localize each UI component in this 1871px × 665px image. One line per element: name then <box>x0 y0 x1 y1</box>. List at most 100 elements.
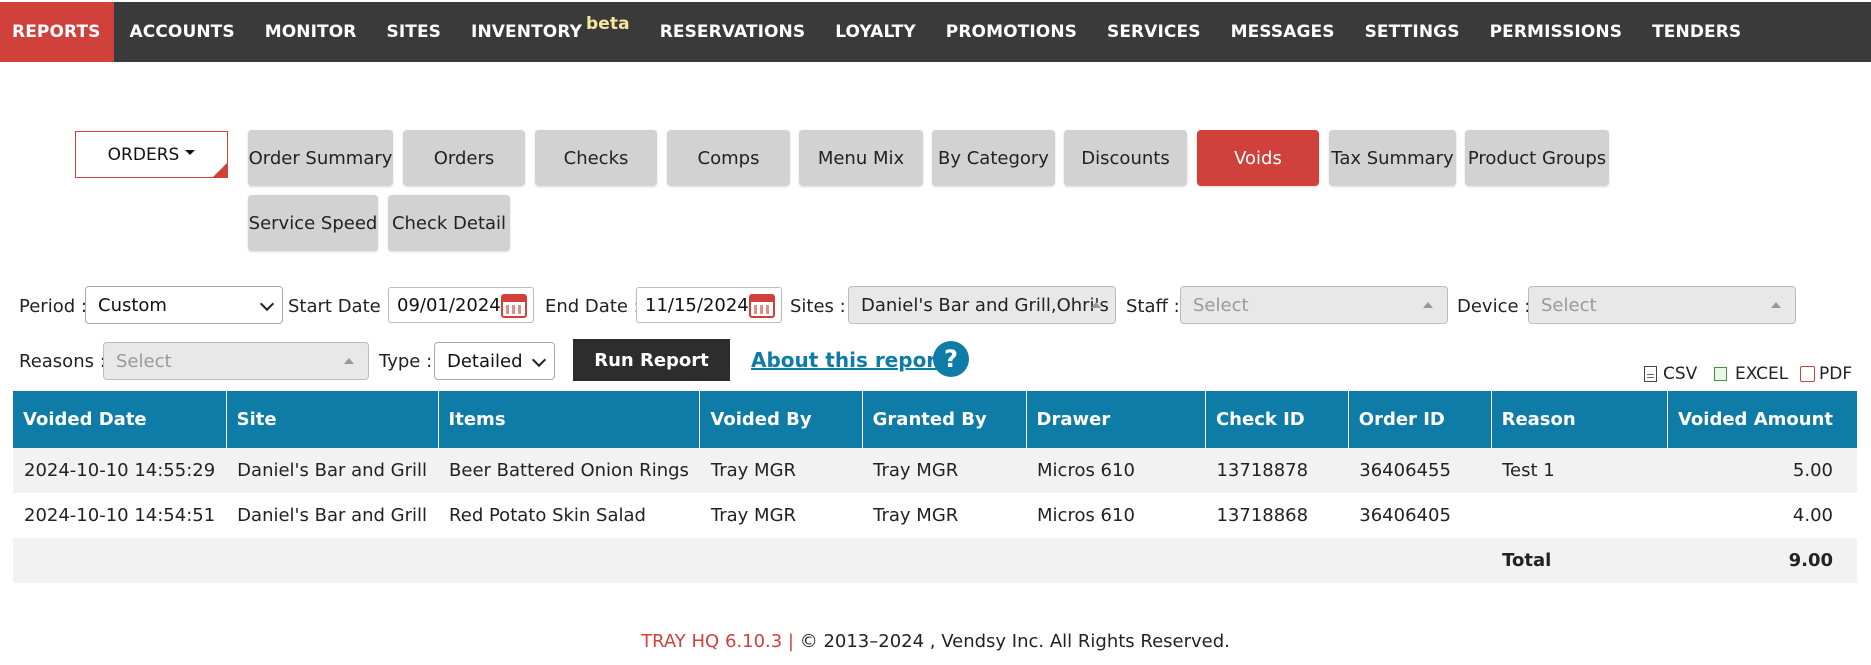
sites-multiselect[interactable]: Daniel's Bar and Grill,Ohri's <box>848 286 1116 324</box>
nav-messages[interactable]: MESSAGES <box>1216 2 1350 62</box>
type-label: Type : <box>379 351 433 372</box>
column-header[interactable]: Order ID <box>1348 391 1492 448</box>
column-header[interactable]: Granted By <box>862 391 1027 448</box>
triangle-up-icon <box>344 358 354 364</box>
table-cell <box>1205 538 1349 583</box>
column-header[interactable]: Check ID <box>1205 391 1349 448</box>
table-cell <box>438 538 700 583</box>
report-group-dropdown[interactable]: ORDERS <box>75 131 228 178</box>
tab-discounts[interactable]: Discounts <box>1064 130 1187 186</box>
table-cell <box>862 538 1027 583</box>
table-total-row: Total 9.00 <box>13 538 1857 583</box>
total-label: Total <box>1491 538 1668 583</box>
table-cell <box>1026 538 1206 583</box>
table-cell <box>226 538 439 583</box>
tab-tax-summary[interactable]: Tax Summary <box>1329 130 1456 186</box>
export-pdf-label: PDF <box>1819 364 1853 384</box>
type-select[interactable]: Detailed <box>434 342 555 380</box>
table-cell: 4.00 <box>1792 505 1833 526</box>
report-group-label: ORDERS <box>107 144 180 165</box>
export-excel-link[interactable]: EXCEL <box>1714 364 1788 384</box>
run-report-button[interactable]: Run Report <box>573 339 730 381</box>
table-cell: Tray MGR <box>710 505 797 526</box>
corner-marker-icon <box>213 163 227 177</box>
nav-sites[interactable]: SITES <box>371 2 456 62</box>
nav-monitor[interactable]: MONITOR <box>250 2 372 62</box>
footer-copyright: © 2013–2024 , Vendsy Inc. All Rights Res… <box>799 631 1230 652</box>
excel-icon <box>1714 367 1727 381</box>
table-cell: Tray MGR <box>862 448 1027 493</box>
table-cell: 36406455 <box>1348 448 1492 493</box>
tab-order-summary[interactable]: Order Summary <box>248 130 393 186</box>
column-header[interactable]: Voided Date <box>13 391 227 448</box>
tab-orders[interactable]: Orders <box>403 130 525 186</box>
end-date-input[interactable]: 11/15/2024 <box>636 287 782 323</box>
nav-promotions[interactable]: PROMOTIONS <box>931 2 1092 62</box>
column-header[interactable]: Items <box>438 391 701 448</box>
table-cell: 36406405 <box>1359 505 1451 526</box>
reasons-label: Reasons : <box>19 351 106 372</box>
beta-badge: beta <box>585 14 630 34</box>
export-csv-link[interactable]: CSV <box>1644 364 1697 384</box>
nav-settings[interactable]: SETTINGS <box>1350 2 1475 62</box>
nav-reservations[interactable]: RESERVATIONS <box>645 2 821 62</box>
start-date-value: 09/01/2024 <box>397 294 501 316</box>
table-cell: Tray MGR <box>873 505 959 526</box>
column-header[interactable]: Drawer <box>1026 391 1206 448</box>
help-icon[interactable]: ? <box>933 341 969 377</box>
table-cell: Daniel's Bar and Grill <box>226 448 439 493</box>
period-select[interactable]: Custom <box>85 286 283 324</box>
nav-inventory[interactable]: INVENTORY beta <box>456 2 645 62</box>
nav-tenders[interactable]: TENDERS <box>1637 2 1756 62</box>
tab-comps[interactable]: Comps <box>667 130 790 186</box>
triangle-up-icon <box>1423 302 1433 308</box>
device-placeholder: Select <box>1541 294 1597 316</box>
export-excel-label: EXCEL <box>1735 364 1789 384</box>
pdf-icon <box>1800 366 1815 382</box>
period-value: Custom <box>98 294 167 316</box>
device-multiselect[interactable]: Select <box>1528 286 1796 324</box>
nav-reports[interactable]: REPORTS <box>0 2 115 62</box>
export-pdf-link[interactable]: PDF <box>1800 364 1852 384</box>
column-header[interactable]: Reason <box>1491 391 1668 448</box>
table-cell: Beer Battered Onion Rings <box>438 448 700 493</box>
staff-placeholder: Select <box>1193 294 1249 316</box>
tab-by-category[interactable]: By Category <box>932 130 1055 186</box>
sites-label: Sites : <box>790 296 846 317</box>
table-cell <box>1348 538 1492 583</box>
device-label: Device : <box>1457 296 1531 317</box>
tab-checks[interactable]: Checks <box>535 130 657 186</box>
tab-service-speed[interactable]: Service Speed <box>248 195 378 251</box>
staff-multiselect[interactable]: Select <box>1180 286 1448 324</box>
table-cell: 5.00 <box>1667 448 1857 493</box>
tab-voids[interactable]: Voids <box>1197 130 1319 186</box>
tab-menu-mix[interactable]: Menu Mix <box>799 130 923 186</box>
staff-label: Staff : <box>1126 296 1180 317</box>
table-cell: 2024-10-10 14:55:29 <box>13 448 227 493</box>
table-header-row: Voided Date Site Items Voided By Granted… <box>13 391 1857 448</box>
nav-loyalty[interactable]: LOYALTY <box>820 2 931 62</box>
chevron-down-icon <box>531 352 547 368</box>
start-date-input[interactable]: 09/01/2024 <box>388 287 534 323</box>
reasons-multiselect[interactable]: Select <box>103 342 369 380</box>
column-header[interactable]: Voided By <box>699 391 863 448</box>
nav-permissions[interactable]: PERMISSIONS <box>1475 2 1637 62</box>
export-csv-label: CSV <box>1663 364 1698 384</box>
about-report-link[interactable]: About this report <box>751 348 946 372</box>
column-header[interactable]: Site <box>226 391 439 448</box>
table-cell: 2024-10-10 14:54:51 <box>24 505 216 526</box>
calendar-icon[interactable] <box>501 294 527 318</box>
end-date-value: 11/15/2024 <box>645 294 749 316</box>
tab-product-groups[interactable]: Product Groups <box>1465 130 1609 186</box>
footer-version: TRAY HQ 6.10.3 | <box>641 631 794 652</box>
table-cell: 13718878 <box>1205 448 1349 493</box>
tab-check-detail[interactable]: Check Detail <box>388 195 510 251</box>
table-cell: Micros 610 <box>1037 505 1135 526</box>
start-date-label: Start Date : <box>288 296 393 317</box>
calendar-icon[interactable] <box>749 294 775 318</box>
nav-accounts[interactable]: ACCOUNTS <box>114 2 249 62</box>
column-header[interactable]: Voided Amount <box>1667 391 1857 448</box>
table-row: 2024-10-10 14:54:51 Daniel's Bar and Gri… <box>13 493 1857 538</box>
nav-services[interactable]: SERVICES <box>1092 2 1216 62</box>
table-cell: 13718868 <box>1216 505 1309 526</box>
